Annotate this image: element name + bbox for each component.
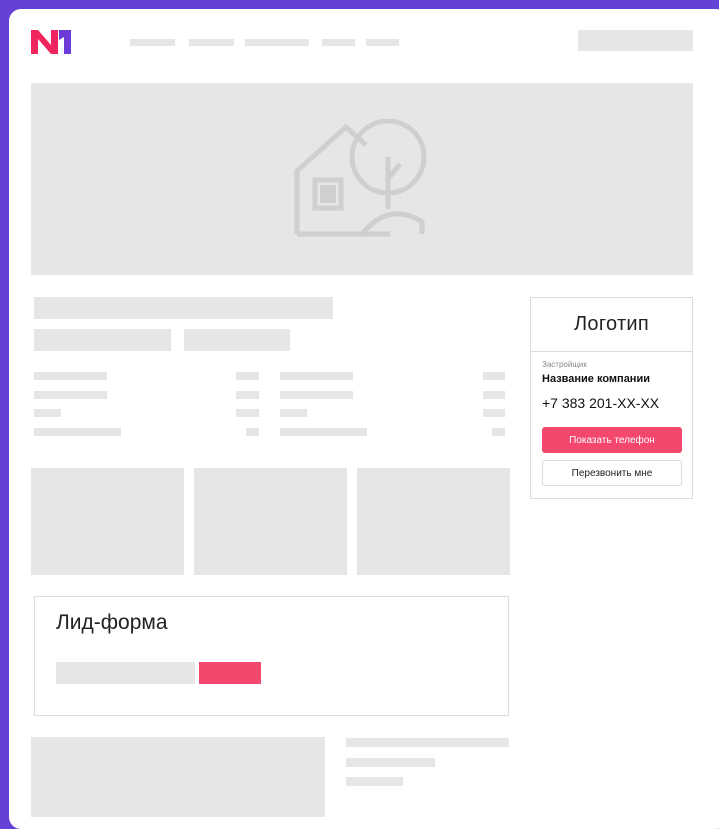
- spec-label: [34, 391, 107, 399]
- bottom-text-line-1: [346, 738, 509, 747]
- lead-form-title: Лид-форма: [56, 611, 168, 634]
- spec-label: [34, 372, 107, 380]
- lead-form-input[interactable]: [56, 662, 195, 684]
- spec-value: [246, 428, 259, 436]
- house-tree-placeholder-icon: [294, 119, 427, 237]
- page-card: Логотип Застройщик Название компании +7 …: [9, 9, 719, 829]
- spec-label: [34, 428, 121, 436]
- bottom-text-line-2: [346, 758, 435, 767]
- spec-label: [280, 428, 367, 436]
- nav-item-1[interactable]: [130, 39, 175, 46]
- company-name[interactable]: Название компании: [542, 373, 650, 385]
- spec-value: [483, 372, 505, 380]
- photo-thumbnail-1[interactable]: [31, 468, 184, 575]
- n1-logo-icon: [31, 30, 71, 54]
- show-phone-button[interactable]: Показать телефон: [542, 427, 682, 453]
- lead-form-submit-button[interactable]: [199, 662, 261, 684]
- nav-item-5[interactable]: [366, 39, 399, 46]
- builder-logo: Логотип: [531, 298, 692, 352]
- subtitle-placeholder-1: [34, 329, 171, 351]
- lead-form: Лид-форма: [34, 596, 509, 716]
- listing-title-placeholder: [34, 297, 333, 319]
- spec-value: [236, 391, 259, 399]
- bottom-text-line-3: [346, 777, 403, 786]
- photo-thumbnail-2[interactable]: [194, 468, 347, 575]
- spec-value: [492, 428, 505, 436]
- n1-logo[interactable]: [31, 28, 77, 56]
- spec-label: [280, 391, 353, 399]
- spec-value: [483, 409, 505, 417]
- hero-image: [31, 83, 693, 275]
- phone-number: +7 383 201-XX-XX: [542, 395, 660, 411]
- photo-thumbnail-3[interactable]: [357, 468, 510, 575]
- nav-item-4[interactable]: [322, 39, 355, 46]
- nav-item-2[interactable]: [189, 39, 234, 46]
- builder-card: Логотип Застройщик Название компании +7 …: [530, 297, 693, 499]
- spec-label: [34, 409, 61, 417]
- spec-value: [236, 372, 259, 380]
- callback-button[interactable]: Перезвонить мне: [542, 460, 682, 486]
- spec-value: [483, 391, 505, 399]
- spec-value: [236, 409, 259, 417]
- subtitle-placeholder-2: [184, 329, 290, 351]
- spec-label: [280, 372, 353, 380]
- bottom-image-placeholder: [31, 737, 325, 817]
- nav-item-3[interactable]: [245, 39, 309, 46]
- spec-label: [280, 409, 307, 417]
- builder-caption: Застройщик: [542, 360, 587, 369]
- header-action-placeholder[interactable]: [578, 30, 693, 51]
